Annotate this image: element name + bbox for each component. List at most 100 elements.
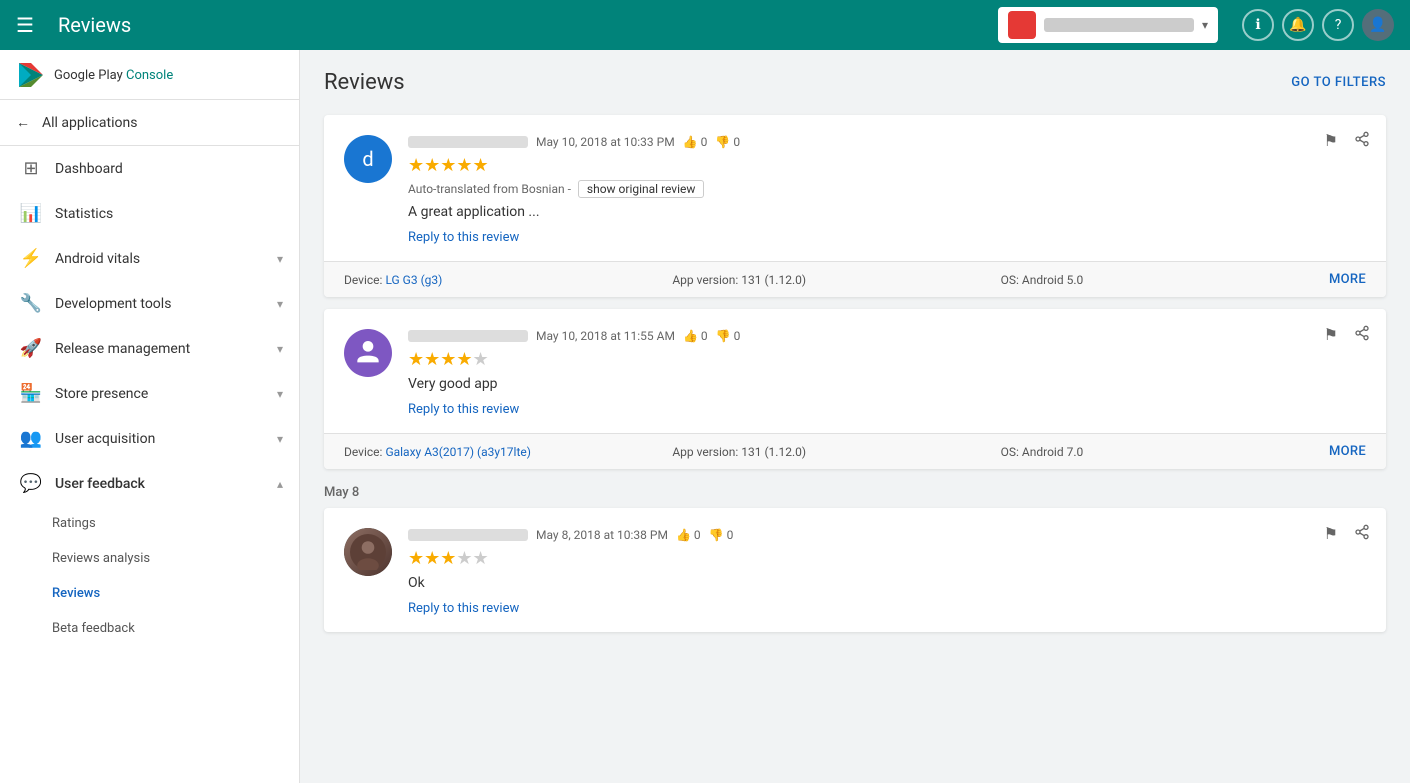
sidebar-item-ratings[interactable]: Ratings: [0, 506, 299, 541]
user-avatar[interactable]: 👤: [1362, 9, 1394, 41]
flag-icon-1[interactable]: ⚑: [1324, 131, 1338, 151]
review-actions-1: ⚑: [1324, 131, 1370, 151]
review-card-2: May 10, 2018 at 11:55 AM 👍 0 👎 0 ★★★★★: [324, 309, 1386, 469]
header-icons: ℹ 🔔 ? 👤: [1242, 9, 1394, 41]
more-button-2[interactable]: MORE: [1329, 444, 1366, 459]
review-header-1: d May 10, 2018 at 10:33 PM 👍 0 👎 0: [344, 135, 1366, 245]
review-device-1: Device: LG G3 (g3): [344, 273, 672, 287]
review-thumbsdown-2: 👎 0: [716, 329, 741, 343]
review-card-3: May 8, 2018 at 10:38 PM 👍 0 👎 0 ★★★★★: [324, 508, 1386, 632]
beta-feedback-label: Beta feedback: [52, 621, 135, 636]
review-date-2: May 10, 2018 at 11:55 AM: [536, 329, 675, 343]
review-thumbsup-2: 👍 0: [683, 329, 708, 343]
share-icon-1[interactable]: [1354, 131, 1370, 151]
review-header-3: May 8, 2018 at 10:38 PM 👍 0 👎 0 ★★★★★: [344, 528, 1366, 616]
sidebar-item-dashboard[interactable]: ⊞ Dashboard: [0, 146, 299, 191]
thumbsup-icon-2: 👍: [683, 329, 698, 343]
flag-icon-2[interactable]: ⚑: [1324, 325, 1338, 345]
sidebar-item-development-tools[interactable]: 🔧 Development tools ▾: [0, 281, 299, 326]
sidebar-item-android-vitals[interactable]: ⚡ Android vitals ▾: [0, 236, 299, 281]
os-value-1: Android 5.0: [1022, 273, 1083, 287]
header: ☰ Reviews ▾ ℹ 🔔 ? 👤: [0, 0, 1410, 50]
user-feedback-icon: 💬: [19, 473, 43, 494]
review-stars-2: ★★★★★: [408, 349, 1366, 370]
sidebar-label-dashboard: Dashboard: [55, 161, 283, 177]
sidebar-item-reviews-analysis[interactable]: Reviews analysis: [0, 541, 299, 576]
review-text-2: Very good app: [408, 376, 1366, 392]
back-arrow-icon: ←: [16, 114, 30, 131]
share-icon-3[interactable]: [1354, 524, 1370, 544]
reviews-analysis-label: Reviews analysis: [52, 551, 150, 566]
reply-link-2[interactable]: Reply to this review: [408, 402, 1366, 417]
review-header-2: May 10, 2018 at 11:55 AM 👍 0 👎 0 ★★★★★: [344, 329, 1366, 417]
app-selector[interactable]: ▾: [998, 7, 1218, 43]
review-os-2: OS: Android 7.0: [1001, 445, 1329, 459]
sidebar: Google Play Console ← All applications ⊞…: [0, 50, 300, 783]
review-text-3: Ok: [408, 575, 1366, 591]
notifications-button[interactable]: 🔔: [1282, 9, 1314, 41]
review-app-version-2: App version: 131 (1.12.0): [672, 445, 1000, 459]
review-stars-1: ★★★★★: [408, 155, 1366, 176]
header-title: Reviews: [58, 13, 982, 37]
page-header: Reviews GO TO FILTERS: [324, 70, 1386, 95]
user-acquisition-icon: 👥: [19, 428, 43, 449]
info-button[interactable]: ℹ: [1242, 9, 1274, 41]
share-icon-2[interactable]: [1354, 325, 1370, 345]
review-stars-3: ★★★★★: [408, 548, 1366, 569]
review-username-3: [408, 529, 528, 541]
review-date-1: May 10, 2018 at 10:33 PM: [536, 135, 675, 149]
review-translation-1: Auto-translated from Bosnian - show orig…: [408, 180, 1366, 198]
reply-link-1[interactable]: Reply to this review: [408, 230, 1366, 245]
go-to-filters-button[interactable]: GO TO FILTERS: [1291, 75, 1386, 90]
thumbsup-icon-3: 👍: [676, 528, 691, 542]
flag-icon-3[interactable]: ⚑: [1324, 524, 1338, 544]
help-button[interactable]: ?: [1322, 9, 1354, 41]
sidebar-item-statistics[interactable]: 📊 Statistics: [0, 191, 299, 236]
android-vitals-icon: ⚡: [19, 248, 43, 269]
more-button-1[interactable]: MORE: [1329, 272, 1366, 287]
sidebar-item-beta-feedback[interactable]: Beta feedback: [0, 611, 299, 646]
page-title: Reviews: [324, 70, 405, 95]
sidebar-label-user-acquisition: User acquisition: [55, 431, 265, 447]
chevron-down-icon: ▾: [1202, 18, 1208, 32]
review-body-1: d May 10, 2018 at 10:33 PM 👍 0 👎 0: [324, 115, 1386, 261]
review-username-1: [408, 136, 528, 148]
review-thumbsdown-1: 👎 0: [715, 135, 740, 149]
sidebar-item-user-acquisition[interactable]: 👥 User acquisition ▾: [0, 416, 299, 461]
thumbsdown-icon-3: 👎: [709, 528, 724, 542]
store-presence-icon: 🏪: [19, 383, 43, 404]
sidebar-label-android-vitals: Android vitals: [55, 251, 265, 267]
review-meta-3: May 8, 2018 at 10:38 PM 👍 0 👎 0: [408, 528, 1366, 542]
review-device-value-1[interactable]: LG G3 (g3): [385, 273, 442, 287]
sidebar-item-store-presence[interactable]: 🏪 Store presence ▾: [0, 371, 299, 416]
review-content-1: May 10, 2018 at 10:33 PM 👍 0 👎 0 ★★★★★: [408, 135, 1366, 245]
review-body-3: May 8, 2018 at 10:38 PM 👍 0 👎 0 ★★★★★: [324, 508, 1386, 632]
sidebar-logo-text: Google Play Console: [54, 67, 173, 83]
os-value-2: Android 7.0: [1022, 445, 1083, 459]
dashboard-icon: ⊞: [19, 158, 43, 179]
date-section-may8: May 8: [324, 485, 1386, 500]
thumbsdown-icon-1: 👎: [715, 135, 730, 149]
chevron-user-acquisition-icon: ▾: [277, 432, 283, 446]
chevron-android-vitals-icon: ▾: [277, 252, 283, 266]
review-device-value-2[interactable]: Galaxy A3(2017) (a3y17lte): [385, 445, 531, 459]
show-original-button-1[interactable]: show original review: [578, 180, 705, 198]
release-management-icon: 🚀: [19, 338, 43, 359]
menu-icon[interactable]: ☰: [16, 13, 34, 37]
review-device-2: Device: Galaxy A3(2017) (a3y17lte): [344, 445, 672, 459]
review-avatar-1: d: [344, 135, 392, 183]
review-avatar-2: [344, 329, 392, 377]
sidebar-item-user-feedback[interactable]: 💬 User feedback ▴: [0, 461, 299, 506]
review-actions-2: ⚑: [1324, 325, 1370, 345]
main-layout: Google Play Console ← All applications ⊞…: [0, 50, 1410, 783]
review-text-1: A great application ...: [408, 204, 1366, 220]
sidebar-item-reviews[interactable]: Reviews: [0, 576, 299, 611]
review-username-2: [408, 330, 528, 342]
sidebar-label-release-management: Release management: [55, 341, 265, 357]
sidebar-item-release-management[interactable]: 🚀 Release management ▾: [0, 326, 299, 371]
review-actions-3: ⚑: [1324, 524, 1370, 544]
reply-link-3[interactable]: Reply to this review: [408, 601, 1366, 616]
chevron-development-tools-icon: ▾: [277, 297, 283, 311]
back-to-all-apps[interactable]: ← All applications: [0, 100, 299, 146]
review-content-2: May 10, 2018 at 11:55 AM 👍 0 👎 0 ★★★★★: [408, 329, 1366, 417]
